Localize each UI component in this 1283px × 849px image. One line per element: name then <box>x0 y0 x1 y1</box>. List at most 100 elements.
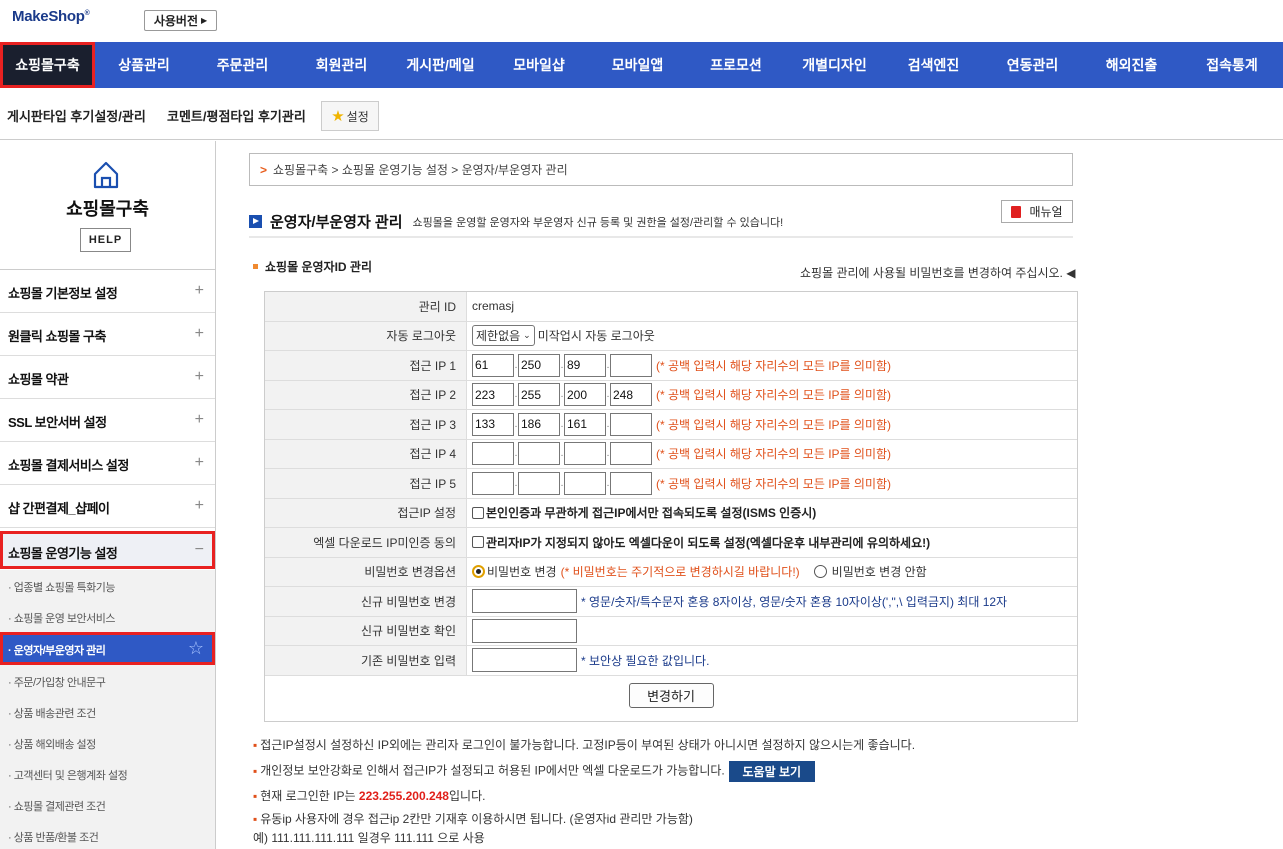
ip-octet-input[interactable] <box>518 471 560 495</box>
new-password-input[interactable] <box>472 589 577 614</box>
nav-item[interactable]: 개별디자인 <box>785 42 884 88</box>
ip-octet-input[interactable] <box>564 471 606 495</box>
ip-octet-input[interactable] <box>610 442 652 466</box>
sidebar-header: 쇼핑몰구축 HELP <box>0 141 215 270</box>
ip-octet-input[interactable]: 248 <box>610 383 652 407</box>
help-view-button[interactable]: 도움말 보기 <box>728 761 815 782</box>
sidebar-menu-item[interactable]: 샵 간편결제_샵페이 + <box>0 485 215 528</box>
nav-item[interactable]: 회원관리 <box>292 42 391 88</box>
ip-octet-input[interactable]: 161 <box>564 412 606 436</box>
old-password-input[interactable] <box>472 648 577 673</box>
auto-logout-note: 미작업시 자동 로그아웃 <box>537 329 655 344</box>
plus-icon: + <box>194 411 204 428</box>
nav-item[interactable]: 게시판/메일 <box>391 42 490 88</box>
ip-note: (* 공백 입력시 해당 자리수의 모든 IP를 의미함) <box>656 476 892 491</box>
sidebar-subitem[interactable]: · 쇼핑몰 결제관련 조건 <box>0 789 215 820</box>
subnav-comment-review[interactable]: 코멘트/평점타입 후기관리 <box>167 106 306 125</box>
form-row-old-pw: 기존 비밀번호 입력 * 보안상 필요한 값입니다. <box>265 646 1077 676</box>
confirm-password-input[interactable] <box>472 618 577 643</box>
ip-octet-input[interactable]: 186 <box>518 412 560 436</box>
ip-octet-input[interactable] <box>564 442 606 466</box>
manual-button[interactable]: 매뉴얼 <box>1001 200 1073 223</box>
ip-octet-input[interactable] <box>518 442 560 466</box>
form-row-ip-setting: 접근IP 설정 본인인증과 무관하게 접근IP에서만 접속되도록 설정(ISMS… <box>265 498 1077 528</box>
ip-octet-input[interactable]: 200 <box>564 383 606 407</box>
chevron-right-icon: > <box>260 162 268 177</box>
note-current-ip: ▪ 현재 로그인한 IP는 223.255.200.248입니다. <box>253 789 486 803</box>
sidebar-subitem-label: · 고객센터 및 은행계좌 설정 <box>8 770 128 782</box>
play-bullet-icon <box>249 215 262 228</box>
submit-row: 변경하기 <box>265 676 1077 716</box>
sidebar-menu-item[interactable]: SSL 보안서버 설정 + <box>0 399 215 442</box>
admin-id-value: cremasj <box>472 299 515 314</box>
ip-octet-input[interactable]: 255 <box>518 383 560 407</box>
sidebar-menu-item[interactable]: 쇼핑몰 결제서비스 설정 + <box>0 442 215 485</box>
ip-rows: 접근 IP 1 61. 250. 89. (* 공백 입력시 해당 자리수의 모든 IP… <box>265 351 1077 499</box>
sidebar-menu-label: 쇼핑몰 약관 <box>8 372 69 387</box>
sidebar-subitem[interactable]: · 주문/가입창 안내문구 <box>0 665 215 696</box>
sidebar-subitem-label: · 운영자/부운영자 관리 <box>8 645 106 657</box>
field-label: 접근 IP 1 <box>265 351 467 380</box>
sidebar-subitem[interactable]: · 상품 배송관련 조건 <box>0 696 215 727</box>
ip-octet-input[interactable] <box>472 442 514 466</box>
note-bullet: ▪ <box>253 738 258 752</box>
nav-item[interactable]: 검색엔진 <box>884 42 983 88</box>
sidebar-subitem[interactable]: · 업종별 쇼핑몰 특화기능 <box>0 570 215 601</box>
version-button[interactable]: 사용버전 ▶ <box>144 10 217 31</box>
ip-octet-input[interactable]: 133 <box>472 412 514 436</box>
excel-agree-checkbox[interactable] <box>472 536 484 549</box>
pw-change-radio[interactable] <box>472 565 485 579</box>
form-row-confirm-pw: 신규 비밀번호 확인 <box>265 616 1077 646</box>
favorite-setting-button[interactable]: ★ 설정 <box>321 101 379 131</box>
nav-item[interactable]: 연동관리 <box>983 42 1082 88</box>
breadcrumb-text: 쇼핑몰구축 > 쇼핑몰 운영기능 설정 > 운영자/부운영자 관리 <box>273 163 568 177</box>
form-row-new-pw: 신규 비밀번호 변경 * 영문/숫자/특수문자 혼용 8자이상, 영문/숫자 혼… <box>265 587 1077 617</box>
makeshop-logo[interactable]: MakeShop® <box>12 8 90 25</box>
sidebar-menu-item[interactable]: 원클릭 쇼핑몰 구축 + <box>0 313 215 356</box>
sidebar-menu-label: 쇼핑몰 결제서비스 설정 <box>8 458 129 473</box>
sidebar-menu-item[interactable]: 쇼핑몰 약관 + <box>0 356 215 399</box>
field-label: 자동 로그아웃 <box>265 321 467 350</box>
nav-item[interactable]: 모바일앱 <box>588 42 687 88</box>
sidebar-menu-label: 쇼핑몰 기본정보 설정 <box>8 286 118 301</box>
nav-item[interactable]: 모바일샵 <box>490 42 588 88</box>
ip-only-checkbox[interactable] <box>472 506 484 519</box>
field-label: 기존 비밀번호 입력 <box>265 646 467 675</box>
pw-nochange-label: 비밀번호 변경 안함 <box>831 565 927 580</box>
nav-item[interactable]: 접속통계 <box>1181 42 1283 88</box>
ip-only-label: 본인인증과 무관하게 접근IP에서만 접속되도록 설정(ISMS 인증시) <box>486 506 817 521</box>
ip-octet-input[interactable]: 250 <box>518 353 560 377</box>
plus-icon: + <box>194 282 204 299</box>
field-label: 접근 IP 4 <box>265 439 467 468</box>
sidebar-subitem[interactable]: · 쇼핑몰 운영 보안서비스 <box>0 601 215 632</box>
ip-octet-input[interactable] <box>610 412 652 436</box>
sidebar-subitem[interactable]: · 상품 반품/환불 조건 <box>0 820 215 849</box>
star-icon: ★ <box>331 108 345 125</box>
subnav-board-review[interactable]: 게시판타입 후기설정/관리 <box>7 106 146 125</box>
nav-item[interactable]: 상품관리 <box>95 42 193 88</box>
sidebar-menu-item[interactable]: 쇼핑몰 기본정보 설정 + <box>0 270 215 313</box>
sidebar-subitem[interactable]: · 고객센터 및 은행계좌 설정 <box>0 758 215 789</box>
field-label: 비밀번호 변경옵션 <box>265 557 467 586</box>
ip-octet-input[interactable] <box>610 353 652 377</box>
nav-item[interactable]: 프로모션 <box>687 42 785 88</box>
sidebar-menu-item[interactable]: 쇼핑몰 운영기능 설정 − <box>0 531 215 569</box>
star-outline-icon[interactable]: ☆ <box>188 638 204 659</box>
ip-octet-input[interactable]: 61 <box>472 353 514 377</box>
pw-nochange-radio[interactable] <box>813 565 827 579</box>
help-button[interactable]: HELP <box>80 228 131 252</box>
auto-logout-select[interactable]: 제한없음 ⌄ <box>472 325 535 347</box>
ip-octet-input[interactable]: 223 <box>472 383 514 407</box>
nav-item[interactable]: 해외진출 <box>1082 42 1181 88</box>
excel-agree-label: 관리자IP가 지정되지 않아도 엑셀다운이 되도록 설정(엑셀다운후 내부관리에… <box>486 535 931 550</box>
sidebar-subitem[interactable]: · 상품 해외배송 설정 <box>0 727 215 758</box>
sidebar-menu-list: 쇼핑몰 기본정보 설정 + 원클릭 쇼핑몰 구축 + 쇼핑몰 약관 + SSL 보안서버 설… <box>0 270 215 569</box>
ip-octet-input[interactable] <box>472 471 514 495</box>
nav-item[interactable]: 쇼핑몰구축 <box>0 42 95 88</box>
ip-octet-input[interactable] <box>610 471 652 495</box>
ip-octet-input[interactable]: 89 <box>564 353 606 377</box>
change-submit-button[interactable]: 변경하기 <box>628 683 714 708</box>
sidebar-subitem-label: · 상품 배송관련 조건 <box>8 708 96 720</box>
nav-item[interactable]: 주문관리 <box>193 42 292 88</box>
sidebar-subitem[interactable]: · 운영자/부운영자 관리 ☆ <box>0 632 215 665</box>
